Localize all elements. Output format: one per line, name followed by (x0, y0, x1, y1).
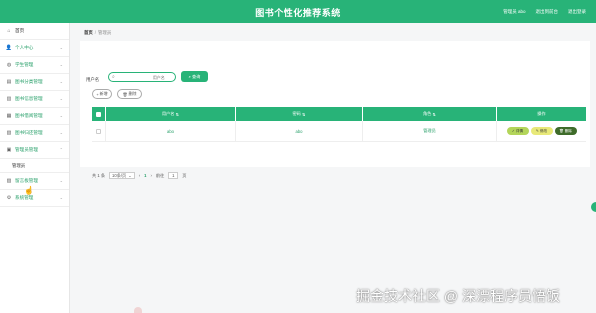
page-number[interactable]: 1 (144, 173, 146, 178)
chevron-down-icon: ⌄ (59, 96, 63, 101)
sidebar-item-label: 图书借阅管理 (15, 113, 43, 118)
add-button-label: 新增 (99, 91, 108, 96)
mouse-cursor-icon: ☝ (24, 186, 34, 195)
sidebar-item-profile[interactable]: 👤 个人中心 ⌄ (0, 40, 69, 57)
chevron-down-icon: ⌄ (59, 178, 63, 183)
add-button[interactable]: + 新增 (92, 89, 112, 99)
sidebar-item-home[interactable]: ⌂ 首页 (0, 23, 69, 40)
sidebar-item-book-info[interactable]: ▥ 图书信息管理 ⌄ (0, 91, 69, 108)
column-header-username[interactable]: 用户名 ⇅ (106, 107, 236, 121)
cell-actions: ✓ 详情 ✎ 修改 🗑 删除 (497, 121, 586, 141)
user-menu: 管理员 abo 退出到前台 退出登录 (503, 9, 586, 15)
top-bar: 图书个性化推荐系统 管理员 abo 退出到前台 退出登录 (0, 0, 596, 23)
data-table: 用户名 ⇅ 密码 ⇅ 角色 ⇅ 操作 abo abo 管理员 ✓ 详情 ✎ 修改… (92, 107, 586, 142)
sidebar-item-messages[interactable]: ▨ 留言板管理 ⌄ (0, 173, 69, 190)
breadcrumb-current: 管理员 (98, 30, 112, 35)
table-header: 用户名 ⇅ 密码 ⇅ 角色 ⇅ 操作 (92, 107, 586, 121)
main-content: 首页/管理员 用户名 ⌕ ⌕ 查询 + 新增 🗑 删除 用户名 ⇅ 密码 ⇅ 角… (74, 23, 596, 313)
row-select-cell (92, 121, 106, 141)
select-all-checkbox[interactable] (96, 111, 101, 117)
current-user: 管理员 abo (503, 9, 526, 14)
chevron-down-icon: ⌄ (128, 173, 132, 178)
sidebar-item-label: 留言板管理 (15, 178, 38, 183)
category-icon: ▤ (6, 79, 12, 85)
sidebar-item-label: 图书归还管理 (15, 130, 43, 135)
search-input-wrapper[interactable]: ⌕ (108, 72, 176, 82)
floating-badge-icon (134, 307, 142, 313)
settings-icon: ⚙ (6, 195, 12, 201)
table-row: abo abo 管理员 ✓ 详情 ✎ 修改 🗑 删除 (92, 121, 586, 142)
breadcrumb-home[interactable]: 首页 (84, 30, 93, 35)
chevron-down-icon: ⌄ (59, 62, 63, 67)
cell-username: abo (106, 121, 236, 141)
prev-page-button[interactable]: ‹ (139, 173, 140, 178)
sidebar-item-label: 系统管理 (15, 195, 34, 200)
borrow-icon: ▦ (6, 113, 12, 119)
trash-icon: 🗑 (122, 91, 128, 97)
sidebar-item-system[interactable]: ⚙ 系统管理 ⌄ (0, 190, 69, 207)
sidebar-item-label: 首页 (15, 28, 25, 33)
chevron-down-icon: ⌄ (59, 195, 63, 200)
breadcrumb-separator: / (94, 30, 97, 35)
edit-button[interactable]: ✎ 修改 (530, 127, 553, 135)
watermark: 掘金技术社区 @ 深漂程序员悟饭 (356, 288, 560, 304)
select-all-cell (92, 107, 106, 121)
search-input[interactable] (114, 74, 165, 80)
sidebar-item-borrow[interactable]: ▦ 图书借阅管理 ⌄ (0, 108, 69, 125)
student-icon: ◍ (6, 62, 12, 68)
sidebar-item-students[interactable]: ◍ 学生管理 ⌄ (0, 57, 69, 74)
breadcrumb: 首页 / 管理员 (84, 30, 111, 36)
sidebar: ⌂ 首页 👤 个人中心 ⌄ ◍ 学生管理 ⌄ ▤ 图书分类管理 ⌄ ▥ 图书信息… (0, 23, 70, 313)
sidebar-item-label: 管理员管理 (15, 147, 38, 152)
batch-delete-label: 删除 (128, 91, 137, 96)
chevron-down-icon: ⌄ (59, 130, 63, 135)
search-button-label: 查询 (191, 73, 201, 79)
sidebar-item-return[interactable]: ▧ 图书归还管理 ⌄ (0, 125, 69, 142)
front-link[interactable]: 退出到前台 (536, 9, 559, 15)
plus-icon: + (96, 91, 99, 97)
goto-label: 前往 (155, 172, 165, 178)
sidebar-item-book-category[interactable]: ▤ 图书分类管理 ⌄ (0, 74, 69, 91)
total-count: 共 1 条 (92, 172, 106, 178)
next-page-button[interactable]: › (151, 173, 152, 178)
goto-input[interactable]: 1 (168, 172, 179, 179)
content-card: 用户名 ⌕ ⌕ 查询 + 新增 🗑 删除 用户名 ⇅ 密码 ⇅ 角色 ⇅ 操作 (80, 41, 590, 179)
chevron-up-icon: ⌃ (59, 147, 63, 152)
column-header-role[interactable]: 角色 ⇅ (363, 107, 497, 121)
column-header-actions: 操作 (537, 111, 546, 116)
goto-suffix: 页 (182, 172, 187, 178)
row-checkbox[interactable] (96, 128, 101, 134)
side-drawer-handle[interactable] (591, 202, 596, 212)
search-label: 用户名 (86, 77, 100, 82)
chevron-down-icon: ⌄ (59, 79, 63, 84)
return-icon: ▧ (6, 130, 12, 136)
search-button[interactable]: ⌕ 查询 (181, 71, 208, 82)
home-icon: ⌂ (7, 28, 11, 34)
sidebar-subitem-label: 管理员 (12, 162, 26, 168)
page-size-select[interactable]: 10条/页 ⌄ (109, 172, 135, 179)
cell-password: abo (236, 121, 363, 141)
user-icon: 👤 (5, 45, 13, 51)
cell-role: 管理员 (363, 121, 497, 141)
sidebar-item-label: 个人中心 (15, 45, 34, 50)
sidebar-subitem-admin-list[interactable]: 管理员 (0, 159, 69, 173)
message-icon: ▨ (6, 178, 12, 184)
sidebar-item-label: 图书信息管理 (15, 96, 43, 101)
delete-button[interactable]: 🗑 删除 (554, 127, 577, 135)
search-icon: ⌕ (188, 74, 191, 79)
column-header-password[interactable]: 密码 ⇅ (236, 107, 363, 121)
admin-icon: ▣ (6, 147, 12, 153)
detail-button[interactable]: ✓ 详情 (506, 127, 529, 135)
sidebar-item-admin[interactable]: ▣ 管理员管理 ⌃ (0, 142, 69, 159)
sidebar-item-label: 图书分类管理 (15, 79, 43, 84)
logout-link[interactable]: 退出登录 (568, 9, 586, 15)
sidebar-item-label: 学生管理 (15, 62, 34, 67)
chevron-down-icon: ⌄ (59, 45, 63, 50)
book-icon: ▥ (6, 96, 12, 102)
batch-delete-button[interactable]: 🗑 删除 (117, 89, 142, 99)
pagination: 共 1 条 10条/页 ⌄ ‹ 1 › 前往 1 页 (92, 172, 187, 179)
chevron-down-icon: ⌄ (59, 113, 63, 118)
